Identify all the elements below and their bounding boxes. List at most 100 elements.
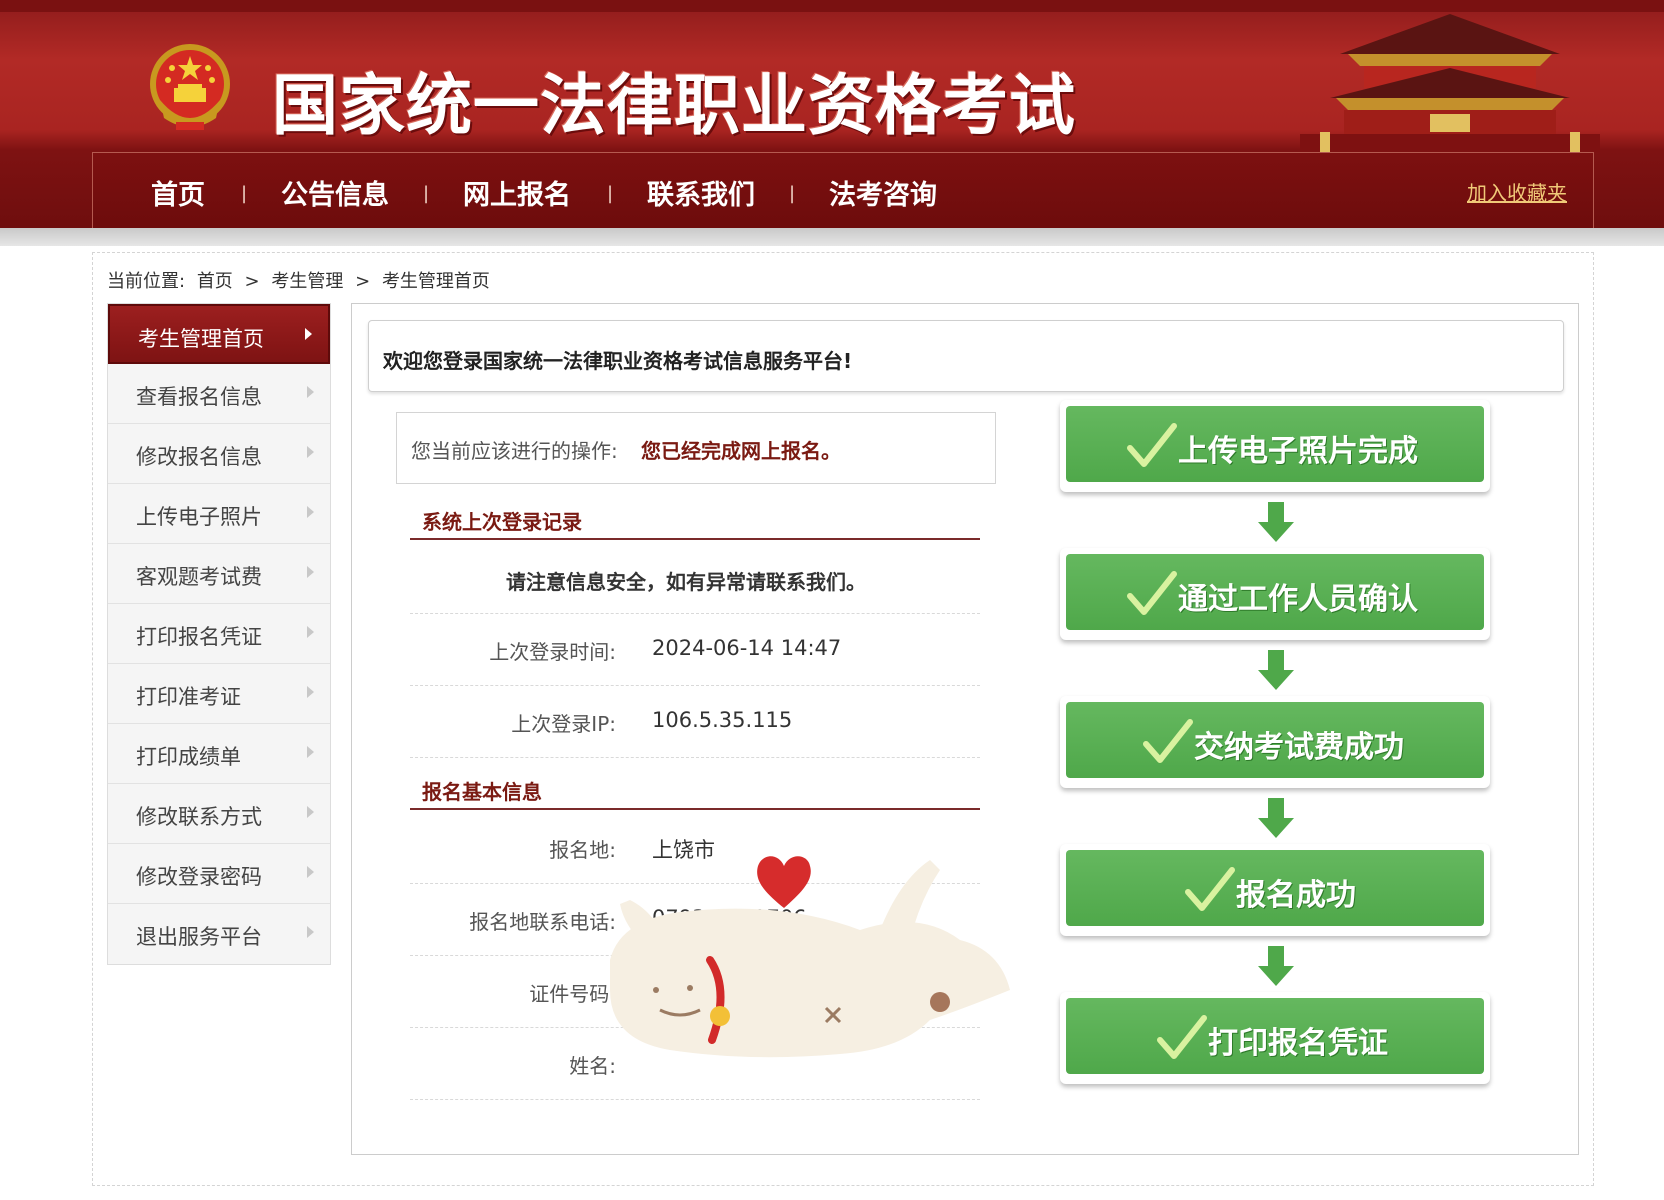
step-registration-success: 报名成功 bbox=[1060, 844, 1490, 936]
info-row-registration-place: 报名地: 上饶市 bbox=[410, 812, 980, 884]
sidebar-item-label: 修改联系方式 bbox=[136, 805, 262, 829]
security-notice-text: 请注意信息安全，如有异常请联系我们。 bbox=[506, 570, 866, 594]
breadcrumb-current: 考生管理首页 bbox=[381, 271, 490, 292]
caret-right-icon bbox=[307, 686, 314, 698]
arrow-down-icon bbox=[1258, 650, 1294, 690]
step-print-registration-receipt[interactable]: 打印报名凭证 bbox=[1060, 992, 1490, 1084]
tiananmen-gate-image bbox=[1300, 14, 1600, 152]
caret-right-icon bbox=[307, 926, 314, 938]
section-title-login-record: 系统上次登录记录 bbox=[410, 500, 980, 540]
sidebar-item-candidate-home[interactable]: 考生管理首页 bbox=[108, 304, 330, 364]
info-value: 106.5.35.115 bbox=[652, 708, 793, 732]
security-notice: 请注意信息安全，如有异常请联系我们。 bbox=[410, 542, 980, 614]
sidebar-item-edit-contact[interactable]: 修改联系方式 bbox=[108, 784, 330, 844]
sidebar-item-change-password[interactable]: 修改登录密码 bbox=[108, 844, 330, 904]
info-row-id-number: 证件号码: bbox=[410, 956, 980, 1028]
info-row-last-login-ip: 上次登录IP: 106.5.35.115 bbox=[410, 686, 980, 758]
info-key: 姓名: bbox=[569, 1054, 616, 1078]
sidebar-item-edit-registration[interactable]: 修改报名信息 bbox=[108, 424, 330, 484]
info-value: 上饶市 bbox=[652, 838, 715, 862]
page-content: 当前位置: 首页 > 考生管理 > 考生管理首页 考生管理首页 查看报名信息 修… bbox=[92, 252, 1594, 1186]
sidebar-item-label: 修改报名信息 bbox=[136, 445, 262, 469]
welcome-banner: 欢迎您登录国家统一法律职业资格考试信息服务平台! bbox=[368, 320, 1564, 392]
sidebar-item-label: 考生管理首页 bbox=[138, 327, 264, 351]
site-header: 国家统一法律职业资格考试 首页 | 公告信息 | 网上报名 | 联系我们 | 法… bbox=[0, 0, 1664, 230]
sidebar-item-label: 修改登录密码 bbox=[136, 865, 262, 889]
caret-right-icon bbox=[307, 866, 314, 878]
sidebar-item-label: 客观题考试费 bbox=[136, 565, 262, 589]
section-title-basic-info: 报名基本信息 bbox=[410, 770, 980, 810]
arrow-down-icon bbox=[1258, 502, 1294, 542]
breadcrumb: 当前位置: 首页 > 考生管理 > 考生管理首页 bbox=[107, 267, 496, 293]
sidebar-item-label: 打印准考证 bbox=[136, 685, 241, 709]
caret-right-icon bbox=[307, 806, 314, 818]
nav-contact-us[interactable]: 联系我们 bbox=[647, 173, 755, 212]
sidebar-item-label: 退出服务平台 bbox=[136, 925, 262, 949]
step-box: 通过工作人员确认 bbox=[1066, 554, 1484, 630]
nav-separator: | bbox=[241, 183, 248, 204]
check-icon bbox=[1143, 719, 1193, 763]
step-label: 上传电子照片完成 bbox=[1178, 434, 1418, 469]
check-icon bbox=[1185, 867, 1235, 911]
sidebar-item-label: 上传电子照片 bbox=[136, 505, 262, 529]
info-key: 报名地: bbox=[549, 838, 616, 862]
nav-separator: | bbox=[607, 183, 614, 204]
nav-exam-consulting[interactable]: 法考咨询 bbox=[829, 173, 937, 212]
current-action-value: 您已经完成网上报名。 bbox=[641, 439, 841, 463]
arrow-down-icon bbox=[1258, 798, 1294, 838]
sidebar-menu: 考生管理首页 查看报名信息 修改报名信息 上传电子照片 客观题考试费 打印报名凭… bbox=[107, 303, 331, 965]
current-action-label: 您当前应该进行的操作: bbox=[411, 439, 618, 463]
caret-right-icon bbox=[305, 328, 312, 340]
step-label: 报名成功 bbox=[1236, 878, 1356, 913]
caret-right-icon bbox=[307, 626, 314, 638]
nav-announcements[interactable]: 公告信息 bbox=[281, 173, 389, 212]
section-title-text: 系统上次登录记录 bbox=[422, 510, 582, 534]
nav-home[interactable]: 首页 bbox=[151, 173, 205, 212]
current-action-box: 您当前应该进行的操作: 您已经完成网上报名。 bbox=[396, 412, 996, 484]
info-value: 2024-06-14 14:47 bbox=[652, 636, 842, 660]
breadcrumb-separator: > bbox=[355, 271, 371, 292]
caret-right-icon bbox=[307, 566, 314, 578]
breadcrumb-home[interactable]: 首页 bbox=[197, 271, 233, 292]
step-box: 上传电子照片完成 bbox=[1066, 406, 1484, 482]
info-key: 证件号码: bbox=[529, 982, 616, 1006]
step-upload-photo-complete: 上传电子照片完成 bbox=[1060, 400, 1490, 492]
caret-right-icon bbox=[307, 386, 314, 398]
sidebar-item-print-registration-receipt[interactable]: 打印报名凭证 bbox=[108, 604, 330, 664]
arrow-down-icon bbox=[1258, 946, 1294, 986]
caret-right-icon bbox=[307, 446, 314, 458]
info-key: 上次登录IP: bbox=[511, 712, 616, 736]
step-label: 打印报名凭证 bbox=[1208, 1026, 1388, 1061]
add-to-favorites-link[interactable]: 加入收藏夹 bbox=[1467, 177, 1567, 206]
step-box: 打印报名凭证 bbox=[1066, 998, 1484, 1074]
breadcrumb-separator: > bbox=[244, 271, 260, 292]
nav-separator: | bbox=[789, 183, 796, 204]
info-row-registration-phone: 报名地联系电话: 0793-8250706 bbox=[410, 884, 980, 956]
sidebar-item-label: 打印报名凭证 bbox=[136, 625, 262, 649]
check-icon bbox=[1127, 423, 1177, 467]
nav-online-registration[interactable]: 网上报名 bbox=[463, 173, 571, 212]
breadcrumb-prefix: 当前位置: bbox=[107, 271, 186, 292]
sidebar-item-exam-fee[interactable]: 客观题考试费 bbox=[108, 544, 330, 604]
info-row-name: 姓名: bbox=[410, 1028, 980, 1100]
caret-right-icon bbox=[307, 506, 314, 518]
welcome-text: 欢迎您登录国家统一法律职业资格考试信息服务平台! bbox=[383, 349, 853, 373]
step-label: 交纳考试费成功 bbox=[1194, 730, 1404, 765]
caret-right-icon bbox=[307, 746, 314, 758]
main-panel: 欢迎您登录国家统一法律职业资格考试信息服务平台! 您当前应该进行的操作: 您已经… bbox=[351, 303, 1579, 1155]
sidebar-item-label: 查看报名信息 bbox=[136, 385, 262, 409]
step-box: 报名成功 bbox=[1066, 850, 1484, 926]
sidebar-item-print-admission-ticket[interactable]: 打印准考证 bbox=[108, 664, 330, 724]
heart-sticker-icon bbox=[757, 856, 811, 908]
info-key: 上次登录时间: bbox=[489, 640, 616, 664]
step-exam-fee-paid: 交纳考试费成功 bbox=[1060, 696, 1490, 788]
sidebar-item-upload-photo[interactable]: 上传电子照片 bbox=[108, 484, 330, 544]
sidebar-item-view-registration[interactable]: 查看报名信息 bbox=[108, 364, 330, 424]
sidebar-item-logout[interactable]: 退出服务平台 bbox=[108, 904, 330, 964]
check-icon bbox=[1157, 1015, 1207, 1059]
breadcrumb-candidate-management[interactable]: 考生管理 bbox=[271, 271, 343, 292]
step-staff-confirmed: 通过工作人员确认 bbox=[1060, 548, 1490, 640]
sidebar-item-print-transcript[interactable]: 打印成绩单 bbox=[108, 724, 330, 784]
header-bottom-band bbox=[0, 228, 1664, 246]
info-key: 报名地联系电话: bbox=[469, 910, 616, 934]
